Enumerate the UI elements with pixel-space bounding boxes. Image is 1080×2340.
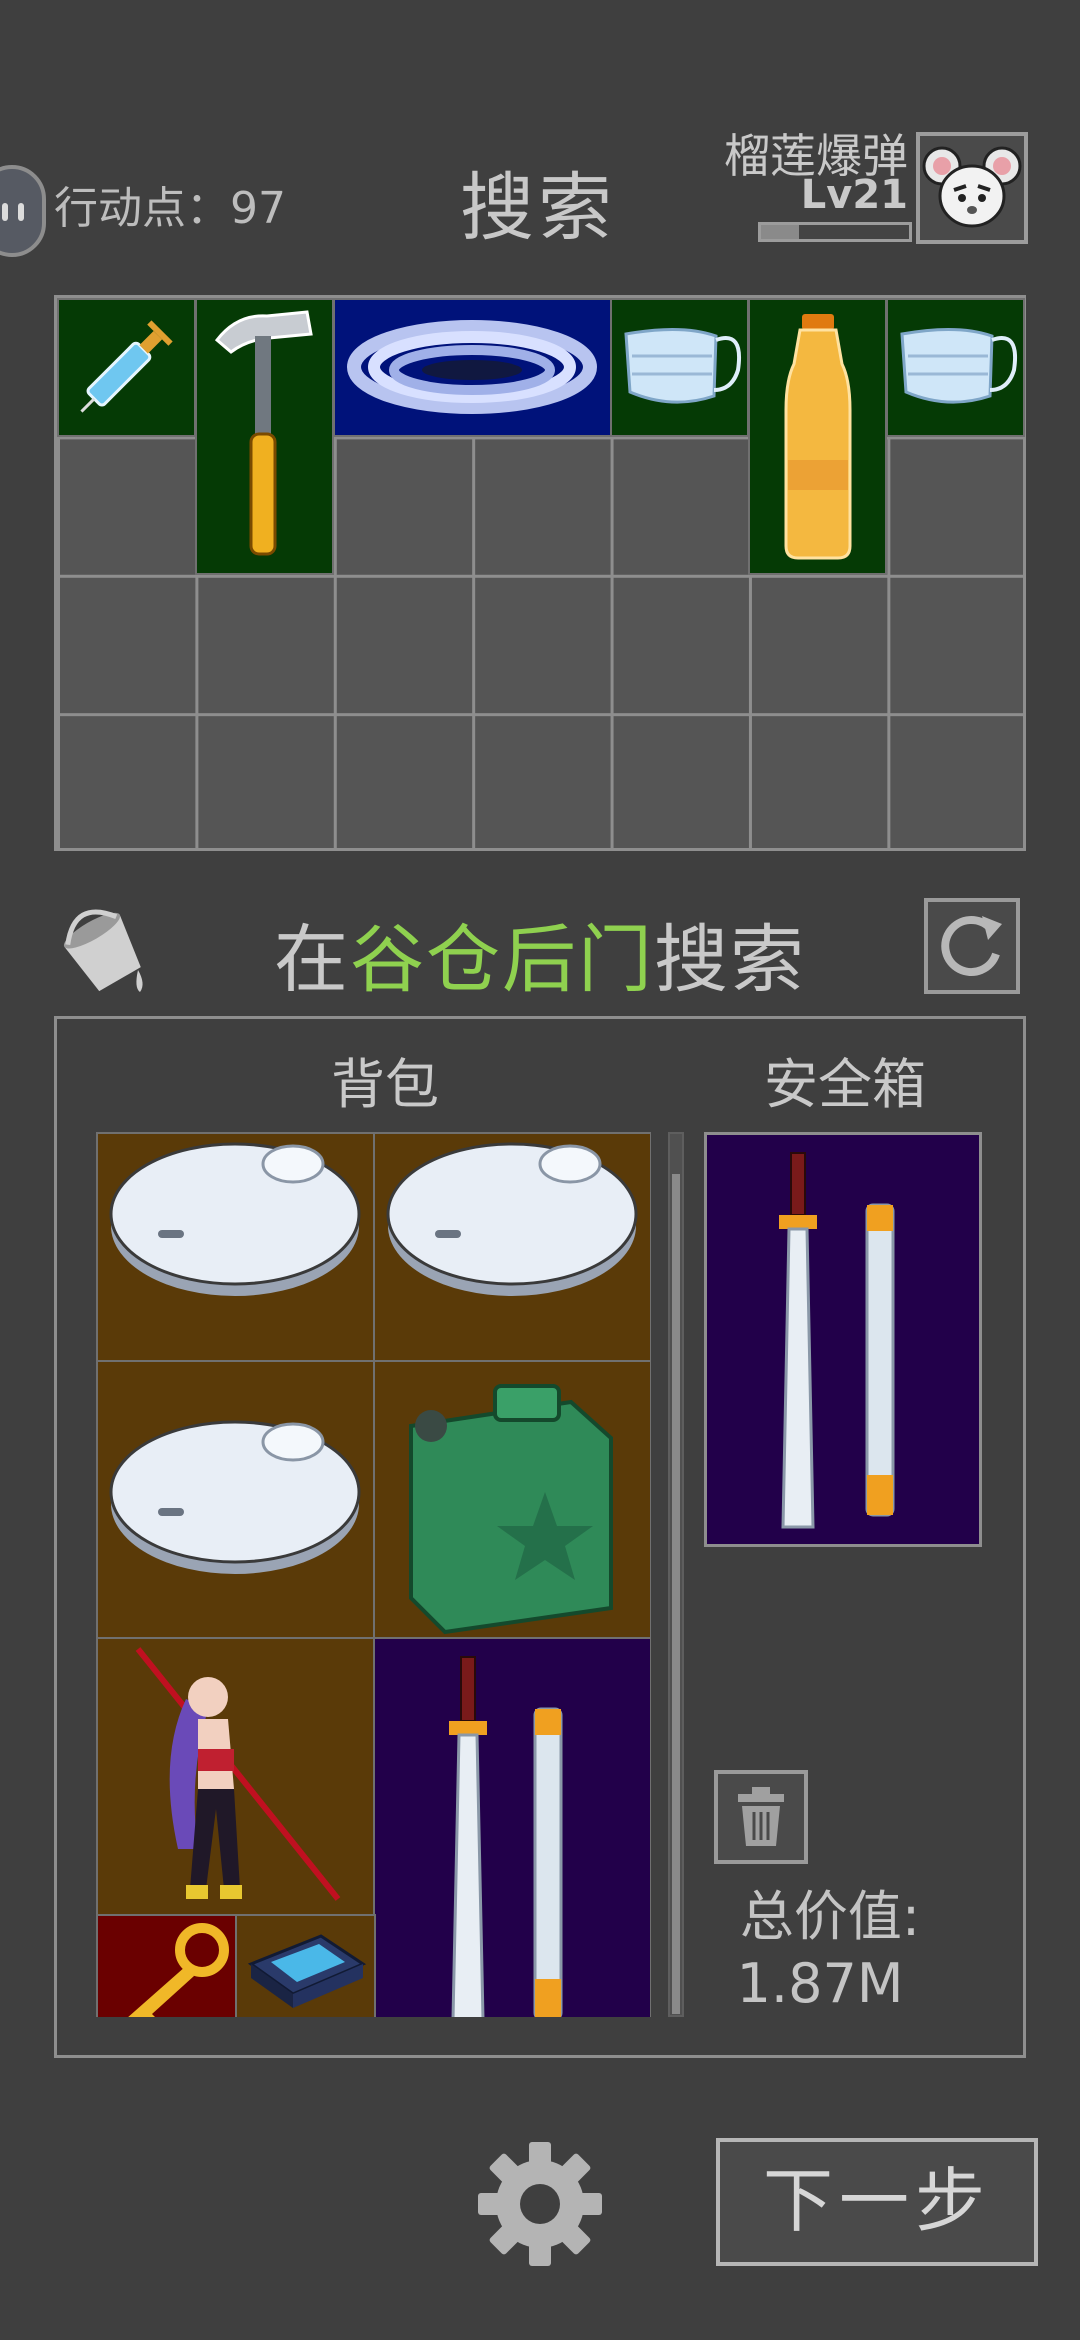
chip-item[interactable] xyxy=(235,1914,376,2017)
safebox-title: 安全箱 xyxy=(764,1053,926,1116)
search-location-name: 谷仓后门 xyxy=(350,917,654,1003)
jerrycan-icon xyxy=(409,1384,613,1635)
oil-bottle-icon xyxy=(784,314,852,560)
chip-icon xyxy=(247,1934,367,2008)
syringe-item[interactable] xyxy=(57,298,196,437)
refresh-button[interactable] xyxy=(924,898,1020,994)
syringe-icon xyxy=(80,320,173,413)
backpack-title: 背包 xyxy=(331,1053,439,1116)
hose-coil-icon xyxy=(347,320,597,414)
scrollbar-thumb[interactable] xyxy=(672,1174,680,2014)
next-step-button[interactable]: 下一步 xyxy=(716,2138,1038,2266)
gear-icon[interactable] xyxy=(474,2138,606,2270)
robot-vacuum-icon xyxy=(109,1420,361,1574)
jerrycan-item[interactable] xyxy=(373,1360,651,1639)
search-suffix: 搜索 xyxy=(654,917,806,1003)
face-mask-icon xyxy=(624,328,741,404)
trash-button[interactable] xyxy=(714,1770,808,1864)
player-level: Lv21 xyxy=(800,172,908,218)
sword-icon xyxy=(449,1656,563,2017)
total-value-label: 总价值: xyxy=(739,1885,921,1948)
robot-vacuum-item[interactable] xyxy=(96,1360,375,1639)
safebox-slot[interactable] xyxy=(704,1132,982,1547)
action-points-label: 行动点： xyxy=(54,183,230,234)
total-value-amount: 1.87M xyxy=(736,1952,904,2015)
search-location: 在谷仓后门搜索 xyxy=(0,900,1080,1007)
backpack-grid xyxy=(96,1132,651,2017)
figurine-item[interactable] xyxy=(96,1637,375,1916)
hammer-icon xyxy=(214,310,313,556)
oil-bottle-item[interactable] xyxy=(748,298,887,575)
search-prefix: 在 xyxy=(274,917,350,1003)
mask-item[interactable] xyxy=(610,298,749,437)
sword-icon xyxy=(779,1152,895,1529)
page-title: 搜索 xyxy=(460,165,616,251)
robot-icon[interactable] xyxy=(0,165,46,257)
action-points-value: 97 xyxy=(230,183,286,234)
loot-grid xyxy=(54,295,1026,851)
backpack-scrollbar[interactable] xyxy=(668,1132,684,2017)
trash-icon xyxy=(738,1787,784,1846)
key-icon xyxy=(128,1923,229,2017)
figurine-icon xyxy=(135,1647,341,1901)
face-mask-icon xyxy=(900,328,1017,404)
key-item[interactable] xyxy=(96,1914,237,2017)
xp-bar xyxy=(758,222,912,242)
sword-item[interactable] xyxy=(373,1637,651,2017)
refresh-icon xyxy=(941,916,1002,976)
avatar[interactable] xyxy=(916,132,1028,244)
xp-bar-fill xyxy=(761,225,800,239)
hammer-item[interactable] xyxy=(195,298,334,575)
action-points: 行动点：97 xyxy=(54,172,286,236)
mask-item[interactable] xyxy=(886,298,1025,437)
hose-item[interactable] xyxy=(333,298,612,437)
mouse-avatar-icon xyxy=(922,146,1022,228)
